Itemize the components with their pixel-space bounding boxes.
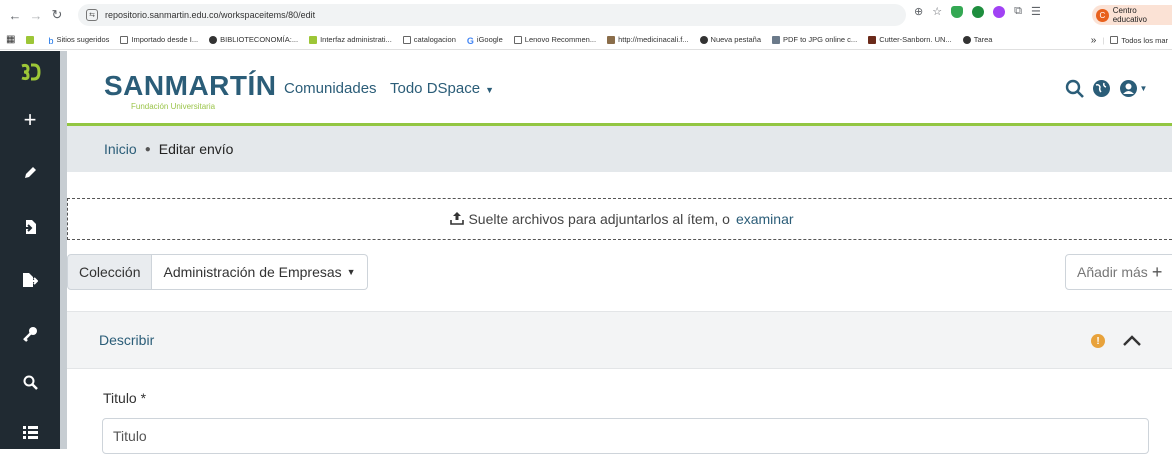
bookmark-item[interactable]: Importado desde I... xyxy=(120,35,198,44)
sidebar-scrollbar[interactable] xyxy=(60,51,67,449)
edit-pencil-icon[interactable] xyxy=(0,157,60,187)
brand-subtitle: Fundación Universitaria xyxy=(131,102,216,111)
bookmark-item[interactable]: GiGoogle xyxy=(467,35,503,46)
extension-green-icon[interactable] xyxy=(972,5,985,18)
collection-selector: Colección Administración de Empresas ▼ xyxy=(67,254,368,290)
nav-all-dspace-label: Todo DSpace xyxy=(390,80,481,97)
add-more-button[interactable]: Añadir más + xyxy=(1065,254,1172,290)
bookmark-item[interactable]: Tarea xyxy=(962,35,992,44)
bookmark-item[interactable]: b Sitios sugeridos xyxy=(48,35,109,46)
breadcrumb-separator: ● xyxy=(144,143,151,155)
chevron-up-icon[interactable] xyxy=(1120,329,1144,353)
back-icon[interactable]: ← xyxy=(6,6,24,24)
export-icon[interactable] xyxy=(0,265,60,295)
folder-icon xyxy=(1110,36,1119,44)
browser-actions: ⊕ ☆ ⧉ ☰ xyxy=(914,5,1041,18)
title-field-label: Titulo * xyxy=(103,390,147,406)
all-bookmarks-button[interactable]: Todos los mar xyxy=(1110,36,1168,45)
nav-communities[interactable]: Comunidades xyxy=(284,80,377,97)
list-icon[interactable] xyxy=(0,417,60,447)
folder-icon xyxy=(120,35,129,44)
caret-down-icon: ▼ xyxy=(1139,83,1148,93)
search-icon[interactable] xyxy=(0,367,60,397)
bookmark-item[interactable]: Nueva pestaña xyxy=(699,35,761,44)
dropzone-text: Suelte archivos para adjuntarlos al ítem… xyxy=(468,211,730,227)
extension-shield-icon[interactable] xyxy=(951,5,964,18)
apps-icon[interactable]: ▦ xyxy=(6,34,15,45)
dspace-logo-icon[interactable] xyxy=(0,57,60,87)
divider: | xyxy=(1102,35,1105,45)
bookmark-item[interactable]: BIBLIOTECONOMÍA:... xyxy=(209,35,298,44)
bookmark-item[interactable]: Lenovo Recommen... xyxy=(513,35,596,44)
collection-value: Administración de Empresas xyxy=(163,264,342,280)
url-text: repositorio.sanmartin.edu.co/workspaceit… xyxy=(105,10,316,20)
bookmark-item[interactable]: Cutter-Sanborn. UN... xyxy=(868,35,952,44)
file-dropzone[interactable]: Suelte archivos para adjuntarlos al ítem… xyxy=(67,198,1172,240)
caret-down-icon: ▼ xyxy=(346,267,356,277)
bookmark-item[interactable]: Interfaz administrati... xyxy=(309,35,392,44)
admin-sidebar: + xyxy=(0,51,60,449)
section-title: Describir xyxy=(99,332,155,348)
site-header: SANMARTÍN Fundación Universitaria Comuni… xyxy=(67,51,1172,124)
bookmark-k[interactable] xyxy=(26,35,37,44)
collection-label: Colección xyxy=(67,254,153,290)
search-icon[interactable] xyxy=(1064,78,1084,98)
reload-icon[interactable]: ↻ xyxy=(48,6,66,24)
plus-icon: + xyxy=(1151,261,1163,282)
breadcrumb: Inicio ● Editar envío xyxy=(67,126,1172,172)
profile-avatar: C xyxy=(1096,8,1109,22)
folder-icon xyxy=(402,35,411,44)
extensions-puzzle-icon[interactable]: ⧉ xyxy=(1014,5,1022,18)
warning-icon: ! xyxy=(1091,334,1105,348)
upload-icon xyxy=(450,211,465,228)
add-more-label: Añadir más xyxy=(1077,264,1148,280)
brand-name: SANMARTÍN xyxy=(104,70,277,101)
header-icons: ▼ xyxy=(1064,78,1148,98)
nav-all-dspace[interactable]: Todo DSpace ▼ xyxy=(390,80,494,97)
language-globe-icon[interactable] xyxy=(1091,78,1111,98)
address-bar[interactable]: ⇆ repositorio.sanmartin.edu.co/workspace… xyxy=(78,4,906,26)
brand-logo[interactable]: SANMARTÍN Fundación Universitaria xyxy=(104,70,277,112)
bookmark-item[interactable]: PDF to JPG online c... xyxy=(771,35,857,44)
folder-icon xyxy=(513,35,522,44)
globe-icon xyxy=(209,35,218,44)
bookmark-item[interactable]: catalogacion xyxy=(402,35,456,44)
breadcrumb-home[interactable]: Inicio xyxy=(104,141,137,157)
breadcrumb-current: Editar envío xyxy=(158,141,234,157)
key-icon[interactable] xyxy=(0,319,60,349)
forward-icon[interactable]: → xyxy=(27,6,45,24)
profile-label: Centro educativo xyxy=(1112,6,1147,24)
site-settings-icon[interactable]: ⇆ xyxy=(86,9,98,21)
browse-link[interactable]: examinar xyxy=(736,211,794,227)
extension-purple-icon[interactable] xyxy=(993,5,1006,18)
bookmark-item[interactable]: http://medicinacali.f... xyxy=(607,35,689,44)
globe-icon xyxy=(699,35,708,44)
collection-dropdown[interactable]: Administración de Empresas ▼ xyxy=(152,254,368,290)
user-menu-icon[interactable]: ▼ xyxy=(1118,78,1148,98)
bookmarks-overflow-button[interactable]: » xyxy=(1091,35,1097,46)
new-icon[interactable]: + xyxy=(0,105,60,135)
bookmarks-right: » | Todos los mar xyxy=(1080,30,1172,49)
import-icon[interactable] xyxy=(0,212,60,242)
globe-icon xyxy=(962,35,971,44)
reading-list-icon[interactable]: ☰ xyxy=(1031,5,1041,18)
profile-chip[interactable]: C Centro educativo xyxy=(1092,5,1172,25)
describe-section-header[interactable]: Describir ! xyxy=(67,311,1172,369)
bookmarks-bar: ▦ b Sitios sugeridos Importado desde I...… xyxy=(0,30,1172,50)
zoom-icon[interactable]: ⊕ xyxy=(914,5,923,18)
bookmark-star-icon[interactable]: ☆ xyxy=(932,5,942,18)
caret-down-icon: ▼ xyxy=(485,85,494,95)
